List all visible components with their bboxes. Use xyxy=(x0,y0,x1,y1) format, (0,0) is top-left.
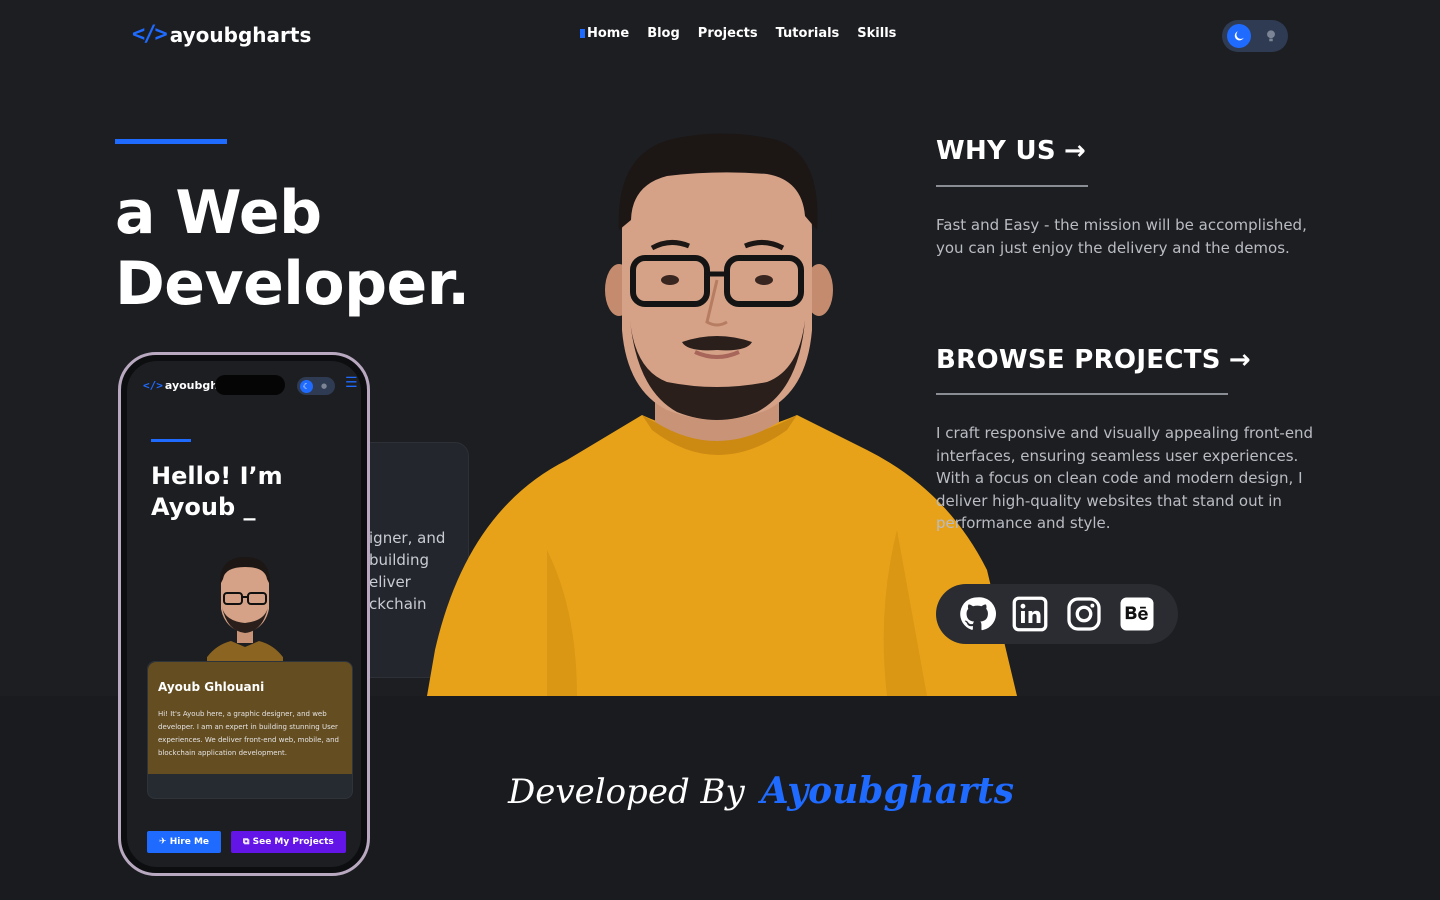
theme-toggle[interactable] xyxy=(1222,20,1288,52)
hero-title-line1: a Web xyxy=(115,178,322,248)
main-nav: Home Blog Projects Tutorials Skills xyxy=(580,26,896,41)
hero-title: a Web Developer. xyxy=(115,178,470,320)
phone-hello: Hello! I’m Ayoub _ xyxy=(151,461,283,523)
phone-code-logo-icon: </> xyxy=(143,379,163,392)
phone-profile-card: Ayoub Ghlouani Hi! It's Ayoub here, a gr… xyxy=(147,661,353,799)
developed-by-signature: Developed By Ayoubgharts xyxy=(508,770,1014,812)
author-name: Ayoubgharts xyxy=(760,770,1015,812)
why-us-link[interactable]: WHY US → xyxy=(936,136,1086,166)
arrow-right-icon: → xyxy=(1063,136,1087,166)
why-us-title: WHY US xyxy=(936,136,1056,166)
browse-projects-link[interactable]: BROWSE PROJECTS → xyxy=(936,345,1251,375)
arrow-right-icon: → xyxy=(1228,345,1251,375)
logo-text: ayoubgharts xyxy=(169,22,312,47)
active-indicator xyxy=(580,29,585,38)
hamburger-menu-icon[interactable]: ☰ xyxy=(345,375,358,391)
hire-me-button[interactable]: ✈ Hire Me xyxy=(147,831,222,853)
external-link-icon: ⧉ xyxy=(243,837,253,847)
hero-accent-bar xyxy=(115,139,227,144)
phone-notch xyxy=(215,375,285,395)
send-icon: ✈ xyxy=(159,837,170,847)
browse-projects-text: I craft responsive and visually appealin… xyxy=(936,424,1314,532)
phone-portrait-image xyxy=(207,557,283,677)
phone-accent-bar xyxy=(151,439,191,442)
moon-icon xyxy=(1227,24,1251,48)
instagram-icon[interactable] xyxy=(1065,595,1103,633)
sun-icon xyxy=(1259,24,1283,48)
github-icon[interactable] xyxy=(958,595,996,633)
linkedin-icon[interactable] xyxy=(1011,595,1049,633)
logo[interactable]: </> ayoubgharts xyxy=(132,22,311,47)
nav-tutorials[interactable]: Tutorials xyxy=(776,26,840,41)
phone-logo-text: ayoubgh xyxy=(164,379,219,392)
nav-home[interactable]: Home xyxy=(580,26,629,41)
browse-projects-underline xyxy=(936,393,1228,395)
code-logo-icon: </> xyxy=(132,22,168,47)
phone-logo[interactable]: </> ayoubgh xyxy=(143,379,218,392)
behance-icon[interactable] xyxy=(1118,595,1156,633)
phone-card-description: Hi! It's Ayoub here, a graphic designer,… xyxy=(158,710,340,757)
phone-mockup: </> ayoubgh ☾ ● ☰ Hello! I’m Ayoub _ Ayo… xyxy=(118,352,370,876)
phone-hello-line1: Hello! I’m xyxy=(151,462,283,490)
nav-projects[interactable]: Projects xyxy=(698,26,758,41)
social-links xyxy=(936,584,1178,644)
nav-home-label: Home xyxy=(587,26,630,41)
nav-skills[interactable]: Skills xyxy=(857,26,896,41)
why-us-text: Fast and Easy - the mission will be acco… xyxy=(936,216,1307,257)
phone-cta-group: ✈ Hire Me ⧉ See My Projects xyxy=(147,831,346,853)
phone-screen: </> ayoubgh ☾ ● ☰ Hello! I’m Ayoub _ Ayo… xyxy=(127,361,361,867)
why-us-underline xyxy=(936,185,1088,187)
see-projects-button[interactable]: ⧉ See My Projects xyxy=(231,831,346,853)
browse-projects-title: BROWSE PROJECTS xyxy=(936,345,1221,375)
hire-me-label: Hire Me xyxy=(169,837,210,847)
nav-blog[interactable]: Blog xyxy=(647,26,680,41)
phone-card-name: Ayoub Ghlouani xyxy=(158,680,265,694)
phone-moon-icon: ☾ xyxy=(300,379,313,393)
hero-title-line2: Developer. xyxy=(115,249,470,319)
see-projects-label: See My Projects xyxy=(252,837,334,847)
developed-by-label: Developed By xyxy=(508,772,745,812)
phone-sun-icon: ● xyxy=(321,382,328,390)
phone-hello-line2: Ayoub _ xyxy=(151,493,256,521)
phone-theme-toggle[interactable]: ☾ ● xyxy=(297,377,335,395)
